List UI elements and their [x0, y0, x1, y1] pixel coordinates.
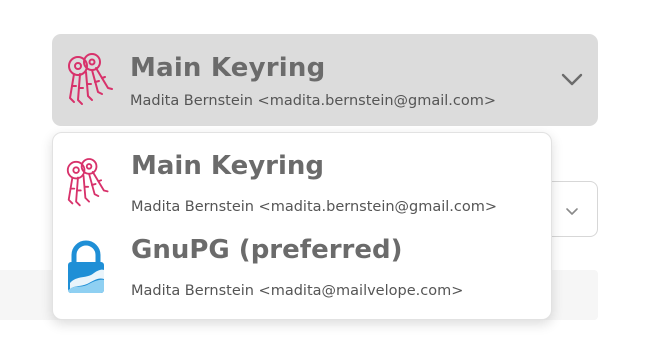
- option-title: GnuPG (preferred): [131, 235, 403, 265]
- chevron-down-icon: [560, 72, 584, 92]
- option-title: Main Keyring: [131, 151, 325, 181]
- selected-keyring-title: Main Keyring: [130, 53, 326, 83]
- keyring-selector-page: Main Keyring Madita Bernstein <madita.be…: [0, 0, 654, 352]
- keyring-select[interactable]: Main Keyring Madita Bernstein <madita.be…: [52, 34, 598, 126]
- option-subtitle: Madita Bernstein <madita@mailvelope.com>: [131, 283, 464, 299]
- selected-keyring-subtitle: Madita Bernstein <madita.bernstein@gmail…: [130, 93, 497, 109]
- gnupg-lock-icon: [65, 239, 115, 297]
- keyring-option-gnupg[interactable]: GnuPG (preferred) Madita Bernstein <madi…: [53, 227, 551, 315]
- keys-icon: [66, 52, 120, 110]
- keyring-dropdown-menu: Main Keyring Madita Bernstein <madita.be…: [52, 132, 552, 320]
- keys-icon: [65, 155, 115, 213]
- keyring-option-main[interactable]: Main Keyring Madita Bernstein <madita.be…: [53, 143, 551, 231]
- chevron-down-icon: [565, 202, 579, 221]
- option-subtitle: Madita Bernstein <madita.bernstein@gmail…: [131, 199, 498, 215]
